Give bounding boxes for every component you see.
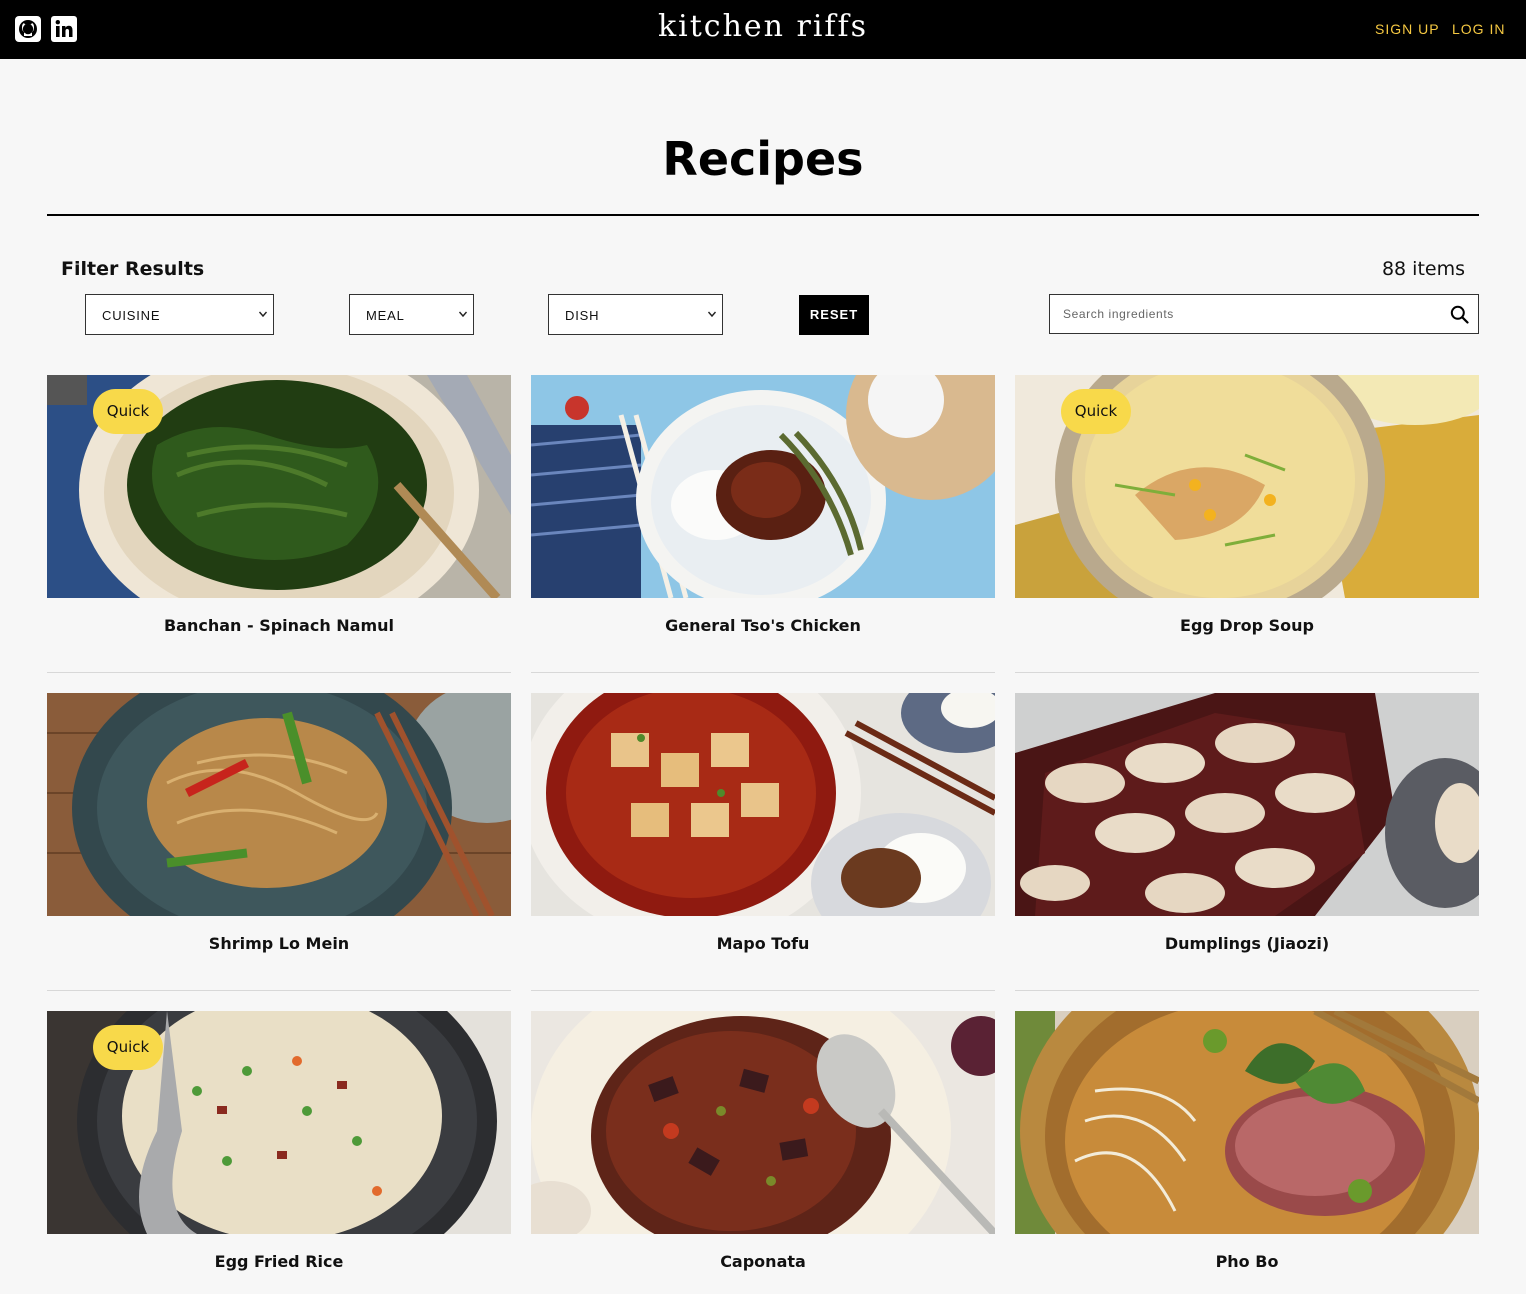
recipe-title[interactable]: Dumplings (Jiaozi) <box>1015 934 1479 953</box>
dumplings-image <box>1015 693 1479 916</box>
mapo-tofu-image <box>531 693 995 916</box>
recipe-title[interactable]: Pho Bo <box>1015 1252 1479 1271</box>
chevron-down-icon <box>258 311 268 318</box>
recipe-photo[interactable] <box>531 1011 995 1234</box>
quick-badge: Quick <box>1061 389 1131 434</box>
recipe-photo[interactable] <box>1015 693 1479 916</box>
chevron-down-icon <box>458 311 468 318</box>
recipe-title[interactable]: General Tso's Chicken <box>531 616 995 635</box>
quick-badge: Quick <box>93 1025 163 1070</box>
caponata-image <box>531 1011 995 1234</box>
sign-up-link[interactable]: SIGN UP <box>1375 21 1440 37</box>
recipe-photo[interactable]: Quick <box>47 375 511 598</box>
card-divider <box>47 672 511 673</box>
recipe-title[interactable]: Mapo Tofu <box>531 934 995 953</box>
dish-select[interactable]: DISH <box>548 294 723 335</box>
cuisine-select[interactable]: CUISINE <box>85 294 274 335</box>
card-divider <box>1015 672 1479 673</box>
meal-select[interactable]: MEAL <box>349 294 474 335</box>
top-nav-bar: kitchen riffs SIGN UP LOG IN <box>0 0 1526 59</box>
log-in-link[interactable]: LOG IN <box>1452 21 1505 37</box>
brand-logo[interactable]: kitchen riffs <box>0 9 1526 44</box>
cuisine-select-label: CUISINE <box>102 308 161 323</box>
recipe-photo[interactable] <box>47 693 511 916</box>
shrimp-lo-mein-image <box>47 693 511 916</box>
recipe-photo[interactable]: Quick <box>1015 375 1479 598</box>
card-divider <box>47 990 511 991</box>
recipe-photo[interactable] <box>1015 1011 1479 1234</box>
recipe-photo[interactable]: Quick <box>47 1011 511 1234</box>
pho-bo-image <box>1015 1011 1479 1234</box>
title-divider <box>47 214 1479 216</box>
search-input[interactable] <box>1051 296 1441 332</box>
filter-results-label: Filter Results <box>61 258 205 280</box>
chevron-down-icon <box>707 311 717 318</box>
reset-button[interactable]: RESET <box>799 295 869 335</box>
recipe-title[interactable]: Shrimp Lo Mein <box>47 934 511 953</box>
search-icon[interactable] <box>1450 305 1469 324</box>
card-divider <box>1015 990 1479 991</box>
quick-badge: Quick <box>93 389 163 434</box>
recipe-photo[interactable] <box>531 375 995 598</box>
recipe-title[interactable]: Caponata <box>531 1252 995 1271</box>
dish-select-label: DISH <box>565 308 600 323</box>
recipe-title[interactable]: Banchan - Spinach Namul <box>47 616 511 635</box>
page-title: Recipes <box>662 132 864 186</box>
recipe-title[interactable]: Egg Drop Soup <box>1015 616 1479 635</box>
ingredient-search <box>1049 294 1479 334</box>
general-tsos-chicken-image <box>531 375 995 598</box>
card-divider <box>531 672 995 673</box>
recipe-photo[interactable] <box>531 693 995 916</box>
meal-select-label: MEAL <box>366 308 405 323</box>
card-divider <box>531 990 995 991</box>
item-count: 88 items <box>1381 258 1465 280</box>
recipe-title[interactable]: Egg Fried Rice <box>47 1252 511 1271</box>
